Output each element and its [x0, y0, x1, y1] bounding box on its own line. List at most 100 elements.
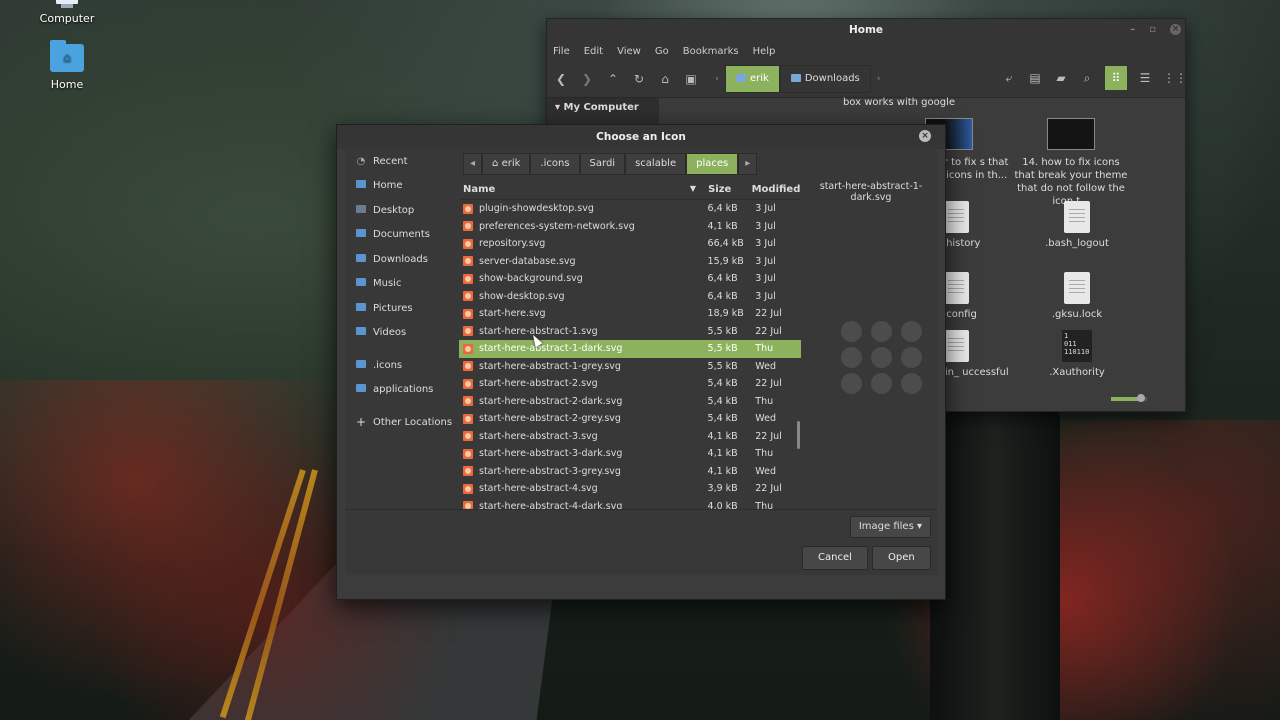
- file-row[interactable]: preferences-system-network.svg 4,1 kB 3 Ju…: [459, 218, 801, 236]
- svg-file-icon: [463, 203, 473, 214]
- menu-file[interactable]: File: [553, 46, 570, 57]
- breadcrumb-downloads[interactable]: Downloads: [779, 65, 871, 93]
- close-icon[interactable]: ×: [1170, 24, 1181, 35]
- folder-open-icon[interactable]: ▰: [1053, 70, 1069, 86]
- up-icon[interactable]: ⌃: [605, 71, 621, 87]
- path-left-arrow-icon[interactable]: ◂: [463, 153, 483, 175]
- window-titlebar[interactable]: Home – ▫ ×: [547, 19, 1185, 41]
- open-button[interactable]: Open: [872, 546, 931, 570]
- menu-edit[interactable]: Edit: [584, 46, 603, 57]
- document-icon: [1064, 201, 1090, 233]
- menu-bookmarks[interactable]: Bookmarks: [683, 46, 739, 57]
- file-modified: 22 Jul: [755, 483, 782, 495]
- file-item[interactable]: .bash_logout: [1017, 201, 1137, 250]
- compact-view-icon[interactable]: ⋮⋮: [1163, 70, 1187, 86]
- desktop-icon-computer[interactable]: Computer: [27, 0, 107, 25]
- preview-file-name: start-here-abstract-1-dark.svg: [819, 181, 923, 203]
- dialog-titlebar[interactable]: Choose an Icon ×: [337, 125, 945, 149]
- file-row[interactable]: start-here-abstract-1.svg 5,5 kB 22 Jul: [459, 323, 801, 341]
- place-music[interactable]: Music: [345, 272, 457, 297]
- file-item[interactable]: .gksu.lock: [1017, 272, 1137, 321]
- file-row[interactable]: start-here-abstract-2.svg 5,4 kB 22 Jul: [459, 375, 801, 393]
- path-button-icons[interactable]: .icons: [530, 153, 580, 175]
- column-header-name[interactable]: Name ▼: [459, 184, 706, 195]
- path-button-sardi[interactable]: Sardi: [579, 153, 626, 175]
- file-name-cell: preferences-system-network.svg: [459, 221, 708, 232]
- place-label: Desktop: [373, 204, 415, 216]
- document-icon: [1064, 272, 1090, 304]
- path-button-scalable[interactable]: scalable: [625, 153, 687, 175]
- place-label: .icons: [373, 359, 403, 371]
- menu-help[interactable]: Help: [753, 46, 776, 57]
- path-button-erik[interactable]: ⌂ erik: [482, 153, 531, 175]
- zoom-slider[interactable]: [1111, 394, 1147, 402]
- file-row[interactable]: start-here-abstract-3-grey.svg 4,1 kB Wed: [459, 463, 801, 481]
- path-right-arrow-icon[interactable]: ›: [871, 71, 887, 87]
- path-button-places[interactable]: places: [686, 153, 739, 175]
- place-icons[interactable]: .icons: [345, 353, 457, 378]
- file-row[interactable]: start-here-abstract-2-grey.svg 5,4 kB Wed: [459, 410, 801, 428]
- sort-descending-icon: ▼: [689, 183, 697, 193]
- file-row[interactable]: repository.svg 66,4 kB 3 Jul: [459, 235, 801, 253]
- place-videos[interactable]: Videos: [345, 321, 457, 346]
- file-row[interactable]: start-here-abstract-3.svg 4,1 kB 22 Jul: [459, 428, 801, 446]
- place-applications[interactable]: applications: [345, 378, 457, 403]
- terminal-icon[interactable]: ▤: [1027, 70, 1043, 86]
- menu-go[interactable]: Go: [655, 46, 669, 57]
- file-row[interactable]: show-background.svg 6,4 kB 3 Jul: [459, 270, 801, 288]
- path-right-arrow-icon[interactable]: ▸: [738, 153, 758, 175]
- home-icon: ⌂: [492, 158, 502, 169]
- file-name: repository.svg: [479, 238, 546, 250]
- maximize-icon[interactable]: ▫: [1149, 19, 1156, 41]
- file-row[interactable]: start-here-abstract-4.svg 3,9 kB 22 Jul: [459, 480, 801, 498]
- list-view-icon[interactable]: ☰: [1137, 70, 1153, 86]
- file-row[interactable]: server-database.svg 15,9 kB 3 Jul: [459, 253, 801, 271]
- breadcrumb-erik[interactable]: erik: [725, 65, 780, 93]
- file-item[interactable]: box works with google: [839, 96, 959, 109]
- place-downloads[interactable]: Downloads: [345, 247, 457, 272]
- search-icon[interactable]: ⌕: [1079, 70, 1095, 86]
- path-left-arrow-icon[interactable]: ‹: [709, 71, 725, 87]
- file-modified: 3 Jul: [755, 238, 776, 250]
- place-documents[interactable]: Documents: [345, 223, 457, 248]
- reload-icon[interactable]: ↻: [631, 71, 647, 87]
- cancel-button[interactable]: Cancel: [802, 546, 868, 570]
- file-row[interactable]: start-here-abstract-3-dark.svg 4,1 kB Thu: [459, 445, 801, 463]
- file-row-selected[interactable]: start-here-abstract-1-dark.svg 5,5 kB Thu: [459, 340, 801, 358]
- minimize-icon[interactable]: –: [1130, 19, 1135, 41]
- column-header-size[interactable]: Size: [706, 184, 748, 195]
- close-icon[interactable]: ×: [919, 130, 931, 142]
- place-recent[interactable]: ◔ Recent: [345, 149, 457, 174]
- file-row[interactable]: plugin-showdesktop.svg 6,4 kB 3 Jul: [459, 200, 801, 218]
- zoom-slider-knob[interactable]: [1137, 394, 1145, 402]
- file-row[interactable]: start-here-abstract-4-dark.svg 4,0 kB Thu: [459, 498, 801, 509]
- icon-view-icon[interactable]: ⠿: [1105, 66, 1127, 90]
- file-row[interactable]: show-desktop.svg 6,4 kB 3 Jul: [459, 288, 801, 306]
- file-list-scrollbar[interactable]: [797, 421, 800, 449]
- menu-view[interactable]: View: [617, 46, 641, 57]
- place-desktop[interactable]: Desktop: [345, 198, 457, 223]
- file-size: 6,4 kB: [707, 290, 738, 302]
- file-type-filter[interactable]: Image files ▾: [849, 516, 931, 538]
- back-icon[interactable]: ❮: [553, 71, 569, 87]
- file-modified: 3 Jul: [755, 273, 776, 285]
- place-pictures[interactable]: Pictures: [345, 296, 457, 321]
- file-size: 5,5 kB: [707, 343, 738, 355]
- place-other-locations[interactable]: + Other Locations: [345, 410, 457, 435]
- file-name-cell: start-here-abstract-2.svg: [459, 378, 708, 389]
- file-item[interactable]: 1 011 110110 .Xauthority: [1017, 330, 1137, 379]
- place-home[interactable]: Home: [345, 174, 457, 199]
- file-row[interactable]: start-here-abstract-2-dark.svg 5,4 kB Thu: [459, 393, 801, 411]
- file-row[interactable]: start-here.svg 18,9 kB 22 Jul: [459, 305, 801, 323]
- forward-icon[interactable]: ❯: [579, 71, 595, 87]
- file-row[interactable]: start-here-abstract-1-grey.svg 5,5 kB Wed: [459, 358, 801, 376]
- home-icon[interactable]: ⌂: [657, 71, 673, 87]
- breadcrumb-label: Downloads: [804, 73, 860, 84]
- sidebar-section-my-computer[interactable]: ▾ My Computer: [547, 98, 659, 117]
- file-item[interactable]: 14. how to fix icons that break your the…: [1013, 118, 1129, 208]
- file-item-label: .bash_logout: [1045, 238, 1109, 249]
- toggle-location-icon[interactable]: ⤶: [1001, 70, 1017, 86]
- desktop-icon-home[interactable]: Home: [27, 40, 107, 91]
- computer-icon[interactable]: ▣: [683, 71, 699, 87]
- column-header-modified[interactable]: Modified: [748, 184, 801, 195]
